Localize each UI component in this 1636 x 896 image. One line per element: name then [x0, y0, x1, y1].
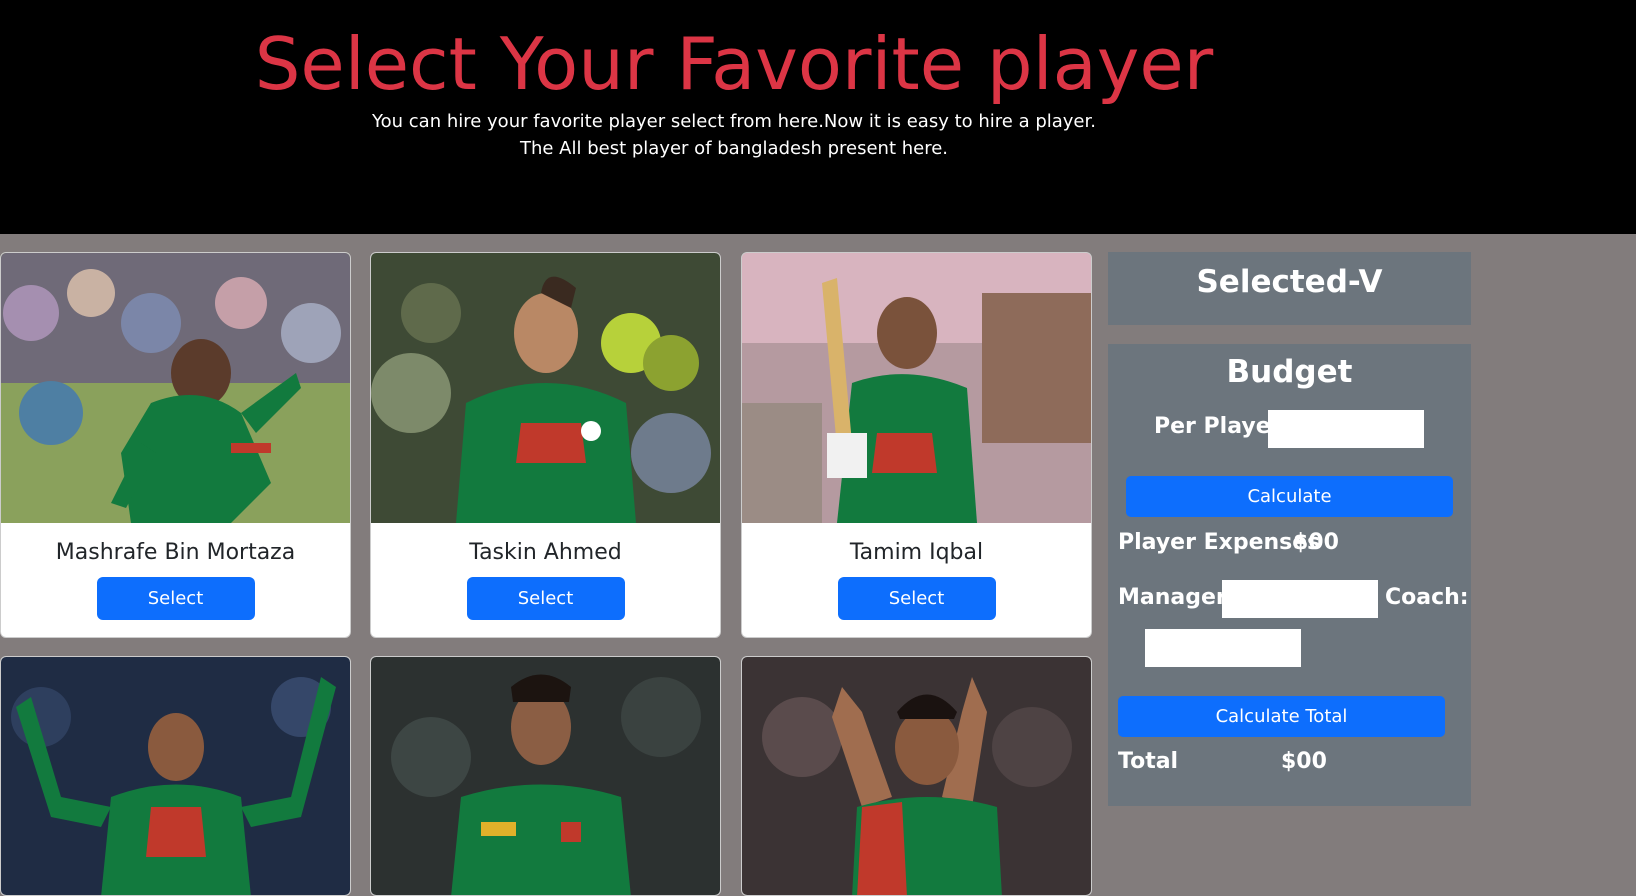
player-photo [742, 657, 1091, 895]
player-card: Taskin Ahmed Select [370, 252, 721, 638]
player-card: Mashrafe Bin Mortaza Select [0, 252, 351, 638]
player-photo [1, 253, 350, 523]
player-card: Tamim Iqbal Select [741, 252, 1092, 638]
select-player-button[interactable]: Select [96, 577, 255, 620]
budget-title: Budget [1226, 354, 1353, 390]
budget-panel: Budget Per Player: Calculate Player Expe… [1108, 344, 1471, 806]
player-photo [371, 657, 720, 895]
manager-label: Manager: [1118, 585, 1236, 610]
player-name: Tamim Iqbal [849, 540, 984, 565]
selected-players-panel: Selected-V [1108, 252, 1471, 325]
player-photo [1, 657, 350, 895]
player-expenses-label: Player Expenses [1118, 530, 1321, 555]
calculate-button[interactable]: Calculate [1126, 476, 1453, 517]
manager-input[interactable] [1222, 580, 1378, 618]
select-player-button[interactable]: Select [837, 577, 996, 620]
hero-header: Select Your Favorite player You can hire… [0, 0, 1636, 234]
selected-panel-title: Selected-V [1196, 264, 1383, 300]
calculate-total-button[interactable]: Calculate Total [1118, 696, 1445, 737]
total-value: $00 [1281, 749, 1327, 774]
player-name: Taskin Ahmed [469, 540, 622, 565]
page-subtitle-line-1: You can hire your favorite player select… [372, 111, 1096, 132]
player-card [370, 656, 721, 896]
per-player-input[interactable] [1268, 410, 1424, 448]
page-title: Select Your Favorite player [254, 22, 1214, 106]
player-card [0, 656, 351, 896]
player-card [741, 656, 1092, 896]
select-player-button[interactable]: Select [466, 577, 625, 620]
player-expenses-value: $00 [1293, 530, 1339, 555]
coach-label: Coach: [1385, 585, 1469, 610]
total-label: Total [1118, 749, 1179, 774]
player-photo [371, 253, 720, 523]
player-photo [742, 253, 1091, 523]
player-name: Mashrafe Bin Mortaza [55, 540, 296, 565]
coach-input[interactable] [1145, 629, 1301, 667]
page-subtitle-line-2: The All best player of bangladesh presen… [519, 138, 949, 159]
